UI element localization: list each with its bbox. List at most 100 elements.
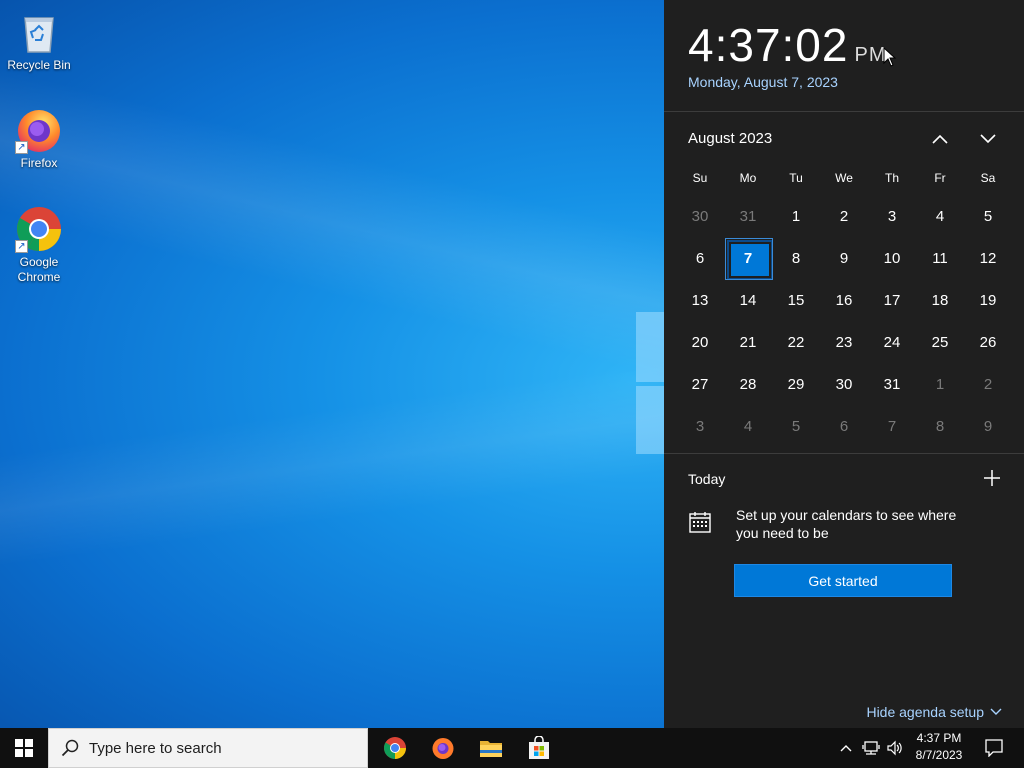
calendar-day[interactable]: 28: [724, 363, 772, 405]
day-number: 15: [787, 291, 805, 309]
calendar-day[interactable]: 3: [676, 405, 724, 447]
day-number: 2: [839, 207, 849, 225]
desktop-icon-recycle-bin[interactable]: Recycle Bin: [1, 8, 77, 73]
calendar-day[interactable]: 26: [964, 321, 1012, 363]
calendar-day[interactable]: 6: [820, 405, 868, 447]
calendar-day[interactable]: 31: [868, 363, 916, 405]
day-number: 4: [935, 207, 945, 225]
calendar-day[interactable]: 3: [868, 195, 916, 237]
firefox-icon: ↗: [15, 106, 63, 154]
action-center-button[interactable]: [974, 728, 1014, 768]
calendar-day[interactable]: 5: [772, 405, 820, 447]
long-date-link[interactable]: Monday, August 7, 2023: [688, 74, 838, 90]
day-number: 10: [883, 249, 901, 267]
calendar-day[interactable]: 16: [820, 279, 868, 321]
day-number: 20: [691, 333, 709, 351]
calendar-day[interactable]: 9: [964, 405, 1012, 447]
calendar-day[interactable]: 9: [820, 237, 868, 279]
calendar-day[interactable]: 29: [772, 363, 820, 405]
taskbar-microsoft-store[interactable]: [515, 728, 563, 768]
calendar-day[interactable]: 17: [868, 279, 916, 321]
calendar-day[interactable]: 6: [676, 237, 724, 279]
hide-agenda-setup-link[interactable]: Hide agenda setup: [866, 704, 1002, 720]
day-number: 26: [979, 333, 997, 351]
calendar-day[interactable]: 7: [868, 405, 916, 447]
calendar-day[interactable]: 8: [772, 237, 820, 279]
day-number: 9: [839, 249, 849, 267]
day-number: 1: [791, 207, 801, 225]
weekday-label: Mo: [739, 171, 757, 185]
taskbar-chrome[interactable]: [371, 728, 419, 768]
calendar-day[interactable]: 21: [724, 321, 772, 363]
taskbar-search-box[interactable]: Type here to search: [48, 728, 368, 768]
calendar-day[interactable]: 23: [820, 321, 868, 363]
calendar-day[interactable]: 10: [868, 237, 916, 279]
calendar-day[interactable]: 12: [964, 237, 1012, 279]
calendar-day[interactable]: 11: [916, 237, 964, 279]
calendar-day[interactable]: 31: [724, 195, 772, 237]
start-button[interactable]: [0, 728, 48, 768]
agenda-today-label: Today: [688, 471, 726, 487]
calendar-day[interactable]: 18: [916, 279, 964, 321]
get-started-button[interactable]: Get started: [734, 564, 952, 597]
flyout-clock: 4:37:02 PM: [688, 18, 886, 72]
calendar-day[interactable]: 1: [916, 363, 964, 405]
day-number: 6: [839, 417, 849, 435]
day-number: 8: [791, 249, 801, 267]
calendar-day-today[interactable]: 7: [724, 237, 773, 280]
mouse-cursor-icon: [883, 47, 897, 67]
taskbar-firefox[interactable]: [419, 728, 467, 768]
calendar-day[interactable]: 14: [724, 279, 772, 321]
day-number: 31: [883, 375, 901, 393]
calendar-day[interactable]: 5: [964, 195, 1012, 237]
network-tray-button[interactable]: [860, 728, 882, 768]
calendar-day[interactable]: 8: [916, 405, 964, 447]
calendar-day[interactable]: 20: [676, 321, 724, 363]
day-number: 3: [695, 417, 705, 435]
day-number: 16: [835, 291, 853, 309]
day-number: 6: [695, 249, 705, 267]
desktop-icon-label: Recycle Bin: [7, 58, 71, 72]
taskbar-date: 8/7/2023: [915, 748, 963, 762]
calendar-day[interactable]: 2: [964, 363, 1012, 405]
desktop-icon-google-chrome[interactable]: ↗ Google Chrome: [1, 205, 77, 285]
recycle-bin-icon: [15, 8, 63, 56]
speaker-icon: [887, 740, 902, 756]
calendar-day[interactable]: 30: [676, 195, 724, 237]
divider: [664, 111, 1024, 112]
show-hidden-icons-button[interactable]: [836, 728, 856, 768]
weekday-label: Tu: [789, 171, 803, 185]
volume-tray-button[interactable]: [884, 728, 906, 768]
calendar-day[interactable]: 30: [820, 363, 868, 405]
calendar-day[interactable]: 1: [772, 195, 820, 237]
day-number: 17: [883, 291, 901, 309]
calendar-day[interactable]: 22: [772, 321, 820, 363]
day-number: 3: [887, 207, 897, 225]
calendar-day[interactable]: 4: [724, 405, 772, 447]
calendar-day[interactable]: 15: [772, 279, 820, 321]
next-month-button[interactable]: [973, 126, 1003, 152]
taskbar-file-explorer[interactable]: [467, 728, 515, 768]
taskbar-clock[interactable]: 4:37 PM 8/7/2023: [908, 730, 970, 766]
day-number: 9: [983, 417, 993, 435]
calendar-day[interactable]: 24: [868, 321, 916, 363]
day-number: 13: [691, 291, 709, 309]
calendar-day[interactable]: 2: [820, 195, 868, 237]
calendar-day[interactable]: 25: [916, 321, 964, 363]
calendar-day[interactable]: 13: [676, 279, 724, 321]
weekday-label: Fr: [934, 171, 946, 185]
desktop-icon-firefox[interactable]: ↗ Firefox: [1, 106, 77, 171]
file-explorer-icon: [480, 741, 502, 757]
previous-month-button[interactable]: [925, 126, 955, 152]
day-number: 19: [979, 291, 997, 309]
day-number: 14: [739, 291, 757, 309]
day-number: 21: [739, 333, 757, 351]
month-year-label[interactable]: August 2023: [688, 130, 772, 147]
calendar-day[interactable]: 4: [916, 195, 964, 237]
desktop-icon-label: Firefox: [20, 156, 58, 170]
calendar-day[interactable]: 19: [964, 279, 1012, 321]
calendar-day[interactable]: 27: [676, 363, 724, 405]
day-number: 5: [791, 417, 801, 435]
add-event-button[interactable]: [980, 466, 1004, 490]
day-number: 18: [931, 291, 949, 309]
